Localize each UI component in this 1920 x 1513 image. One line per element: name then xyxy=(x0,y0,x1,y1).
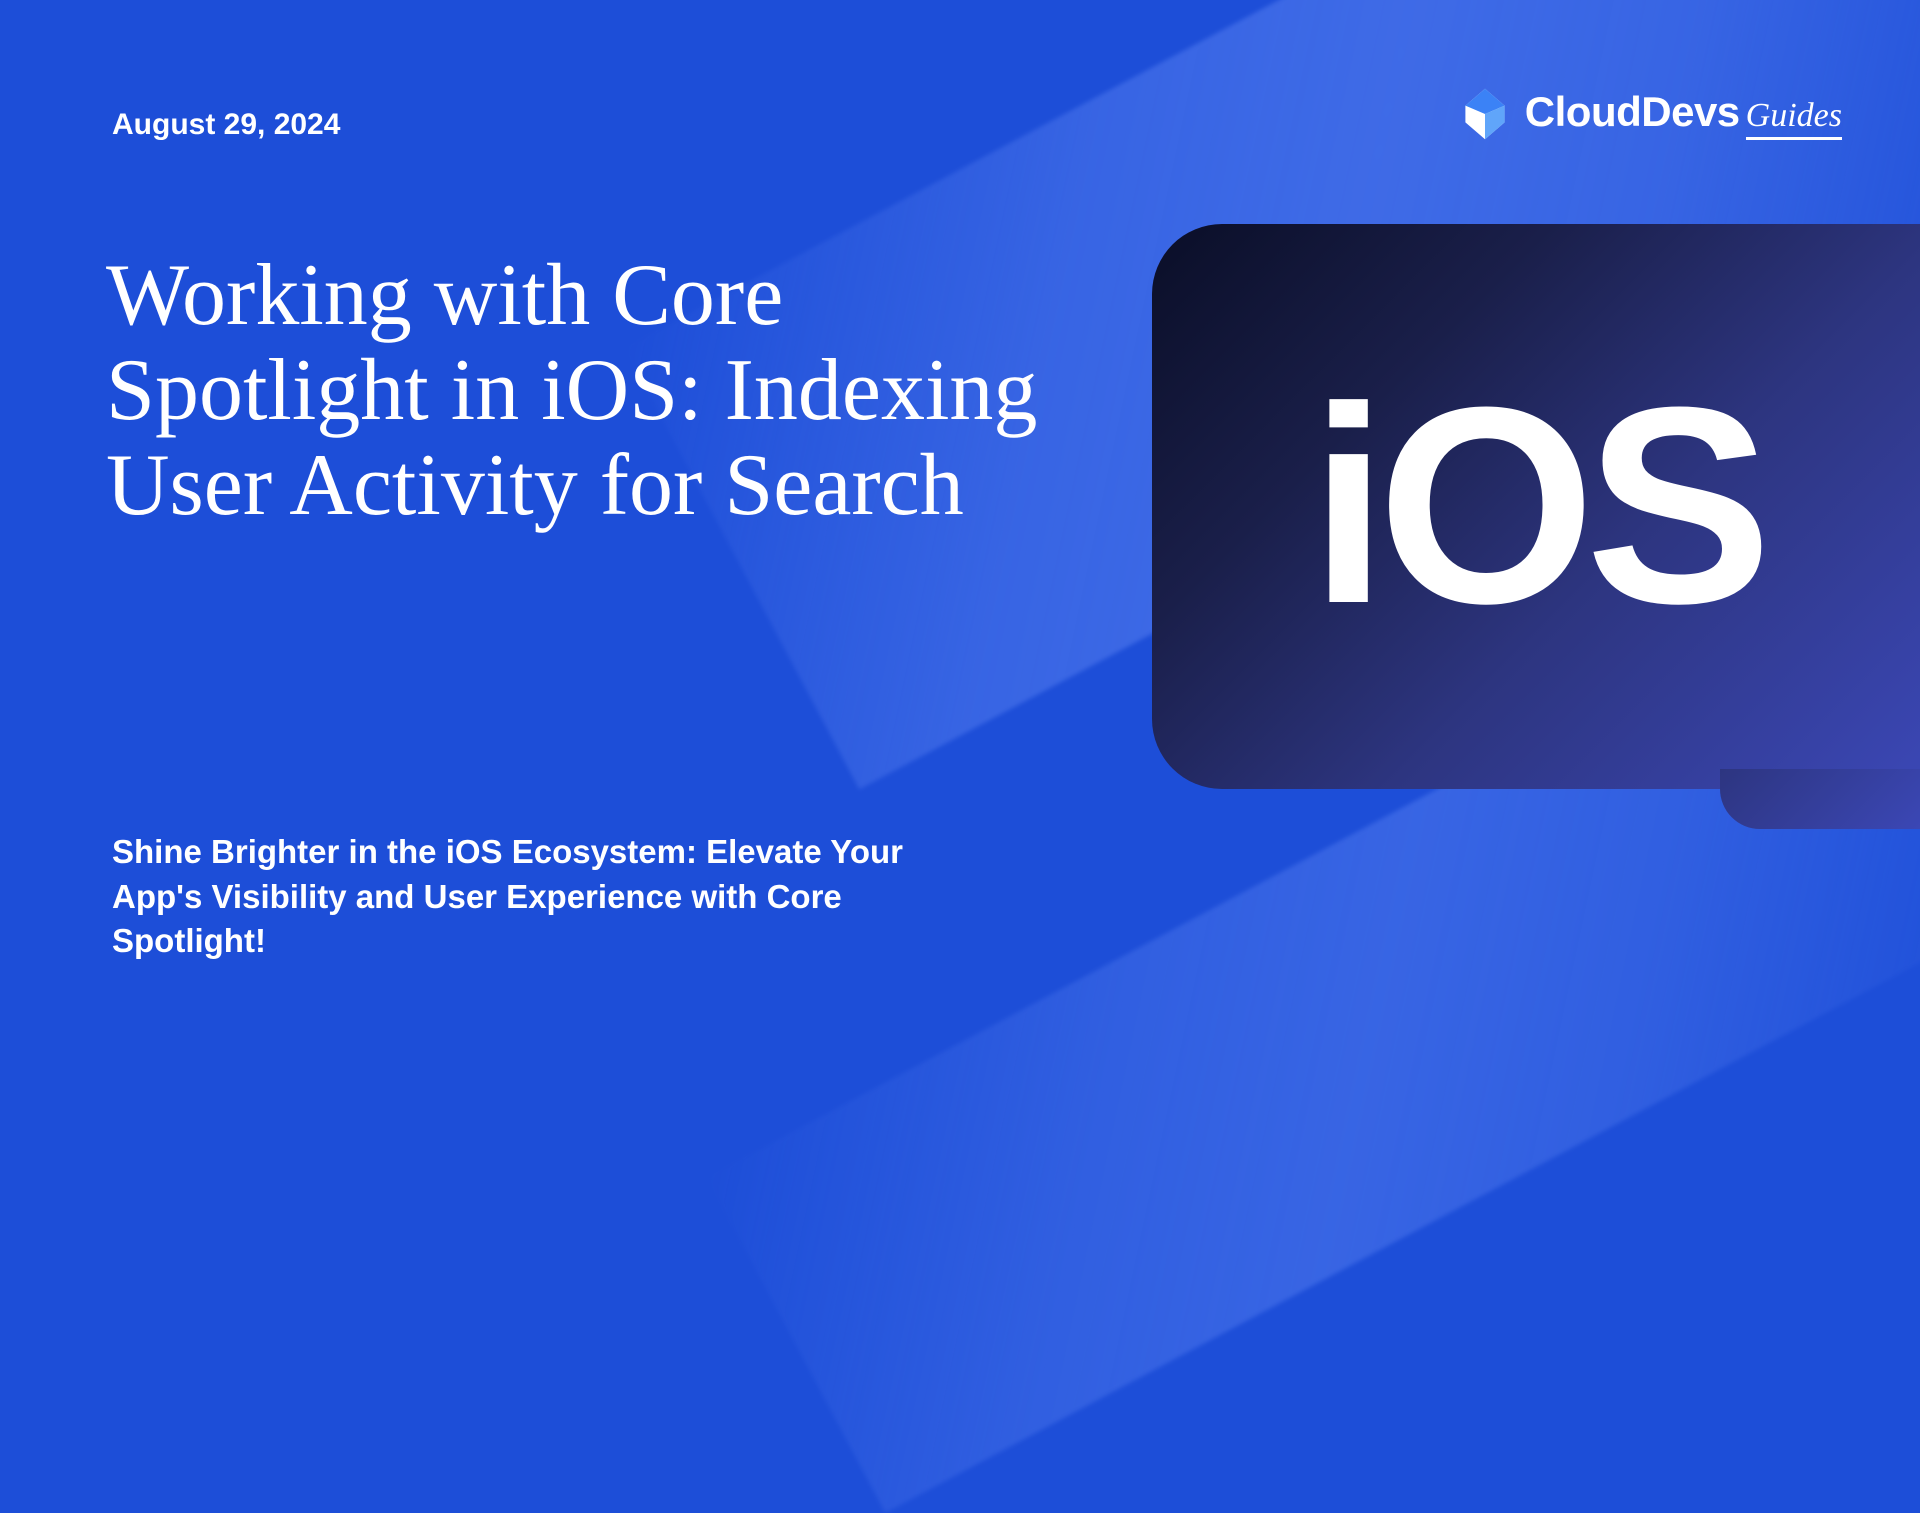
brand-text: CloudDevs Guides xyxy=(1525,88,1842,140)
article-title: Working with Core Spotlight in iOS: Inde… xyxy=(106,248,1086,533)
brand-name: CloudDevs xyxy=(1525,88,1740,136)
clouddevs-logo-icon xyxy=(1457,86,1513,142)
publish-date: August 29, 2024 xyxy=(112,108,340,142)
article-subtitle: Shine Brighter in the iOS Ecosystem: Ele… xyxy=(112,830,992,964)
ios-badge: iOS xyxy=(1152,224,1920,789)
brand-container: CloudDevs Guides xyxy=(1457,86,1842,142)
ios-badge-text: iOS xyxy=(1310,346,1762,667)
brand-suffix: Guides xyxy=(1746,97,1842,140)
